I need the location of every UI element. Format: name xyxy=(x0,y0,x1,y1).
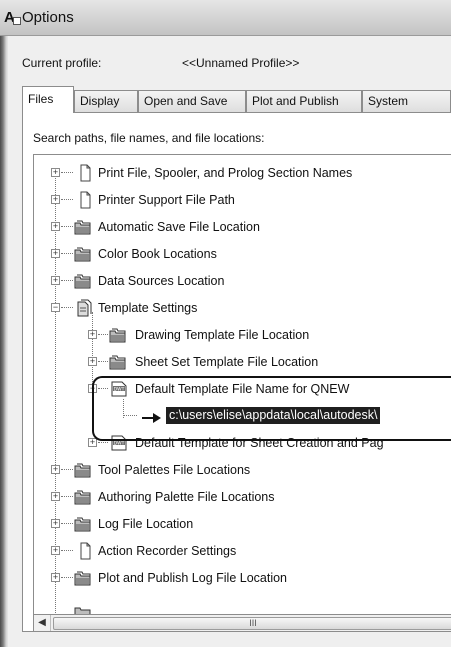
expand-icon[interactable]: + xyxy=(51,465,60,474)
tree-item-label: Sheet Set Template File Location xyxy=(135,355,319,369)
current-profile-label: Current profile: xyxy=(22,56,102,70)
folders-icon xyxy=(74,571,91,586)
tab-plot-and-publish[interactable]: Plot and Publish xyxy=(246,90,362,112)
expand-icon[interactable]: + xyxy=(51,222,60,231)
expand-icon[interactable]: + xyxy=(51,519,60,528)
expand-icon[interactable]: + xyxy=(51,276,60,285)
expand-icon[interactable]: + xyxy=(51,492,60,501)
tree-item-label: Tool Palettes File Locations xyxy=(98,463,251,477)
tab-open-and-save[interactable]: Open and Save xyxy=(138,90,246,112)
search-paths-label: Search paths, file names, and file locat… xyxy=(33,131,265,145)
svg-text:DWT: DWT xyxy=(114,440,125,446)
tree-item-label: Printer Support File Path xyxy=(98,193,235,207)
tree-item-tool-palettes[interactable]: + Tool Palettes File Locations xyxy=(34,458,451,484)
expand-icon[interactable]: + xyxy=(51,249,60,258)
app-icon: A xyxy=(4,9,21,27)
tab-display[interactable]: Display xyxy=(74,90,138,112)
tree-item-label: Plot and Publish Log File Location xyxy=(98,571,288,585)
callout-highlight xyxy=(92,376,451,441)
tree-item-label: Action Recorder Settings xyxy=(98,544,237,558)
tree-item-label: Automatic Save File Location xyxy=(98,220,260,234)
tree-item-label: Drawing Template File Location xyxy=(135,328,310,342)
collapse-icon[interactable]: − xyxy=(51,303,60,312)
tab-system[interactable]: System xyxy=(362,90,451,112)
tree-item-template-settings[interactable]: − Template Settings xyxy=(34,296,451,322)
tree-item-drawing-template[interactable]: + Drawing Template File Location xyxy=(34,323,451,349)
tab-files[interactable]: Files xyxy=(22,86,74,113)
folders-icon xyxy=(109,355,126,370)
folders-icon xyxy=(74,463,91,478)
window-title: Options xyxy=(22,9,74,26)
folders-icon xyxy=(74,220,91,235)
tree-item-label: Color Book Locations xyxy=(98,247,217,261)
expand-icon[interactable]: + xyxy=(51,195,60,204)
tree-item-sheet-set-template[interactable]: + Sheet Set Template File Location xyxy=(34,350,451,376)
tree-item-color-book[interactable]: + Color Book Locations xyxy=(34,242,451,268)
tree-item-authoring-palette[interactable]: + Authoring Palette File Locations xyxy=(34,485,451,511)
title-bar[interactable]: A Options xyxy=(0,0,451,36)
tree-item-printer-support[interactable]: + Printer Support File Path xyxy=(34,188,451,214)
expand-icon[interactable]: + xyxy=(51,573,60,582)
tree-item-label: Print File, Spooler, and Prolog Section … xyxy=(98,166,353,180)
tree-item-automatic-save[interactable]: + Automatic Save File Location xyxy=(34,215,451,241)
scroll-thumb[interactable]: III xyxy=(53,617,451,630)
folders-icon xyxy=(74,517,91,532)
folders-icon xyxy=(74,274,91,289)
folders-icon xyxy=(74,490,91,505)
tree-item-label: Log File Location xyxy=(98,517,194,531)
files-panel: Search paths, file names, and file locat… xyxy=(22,112,451,632)
tree-item-plot-publish-log[interactable]: + Plot and Publish Log File Location xyxy=(34,566,451,592)
current-profile-value: <<Unnamed Profile>> xyxy=(182,56,300,70)
expand-icon[interactable]: + xyxy=(88,357,97,366)
scroll-left-icon[interactable]: ◀ xyxy=(34,615,51,631)
expand-icon[interactable]: + xyxy=(88,330,97,339)
page-icon xyxy=(80,542,91,560)
window-edge xyxy=(0,0,8,647)
tree-item-log-file[interactable]: + Log File Location xyxy=(34,512,451,538)
tree-item-partial[interactable] xyxy=(34,595,451,614)
page-icon xyxy=(80,191,91,209)
tab-strip: Files Display Open and Save Plot and Pub… xyxy=(22,86,451,113)
expand-icon[interactable]: + xyxy=(51,546,60,555)
tree-item-action-recorder[interactable]: + Action Recorder Settings xyxy=(34,539,451,565)
tree-item-label: Data Sources Location xyxy=(98,274,225,288)
pages-icon xyxy=(77,299,92,317)
tree-item-data-sources[interactable]: + Data Sources Location xyxy=(34,269,451,295)
tree-item-label: Authoring Palette File Locations xyxy=(98,490,275,504)
scroll-thumb-grip: III xyxy=(249,618,257,628)
horizontal-scrollbar[interactable]: ◀ III xyxy=(33,615,451,632)
folders-icon xyxy=(74,247,91,262)
tree-item-label: Template Settings xyxy=(98,301,198,315)
folders-icon xyxy=(109,328,126,343)
page-icon xyxy=(80,164,91,182)
tree-item-print-file[interactable]: + Print File, Spooler, and Prolog Sectio… xyxy=(34,161,451,187)
folders-icon xyxy=(74,607,91,614)
expand-icon[interactable]: + xyxy=(51,168,60,177)
